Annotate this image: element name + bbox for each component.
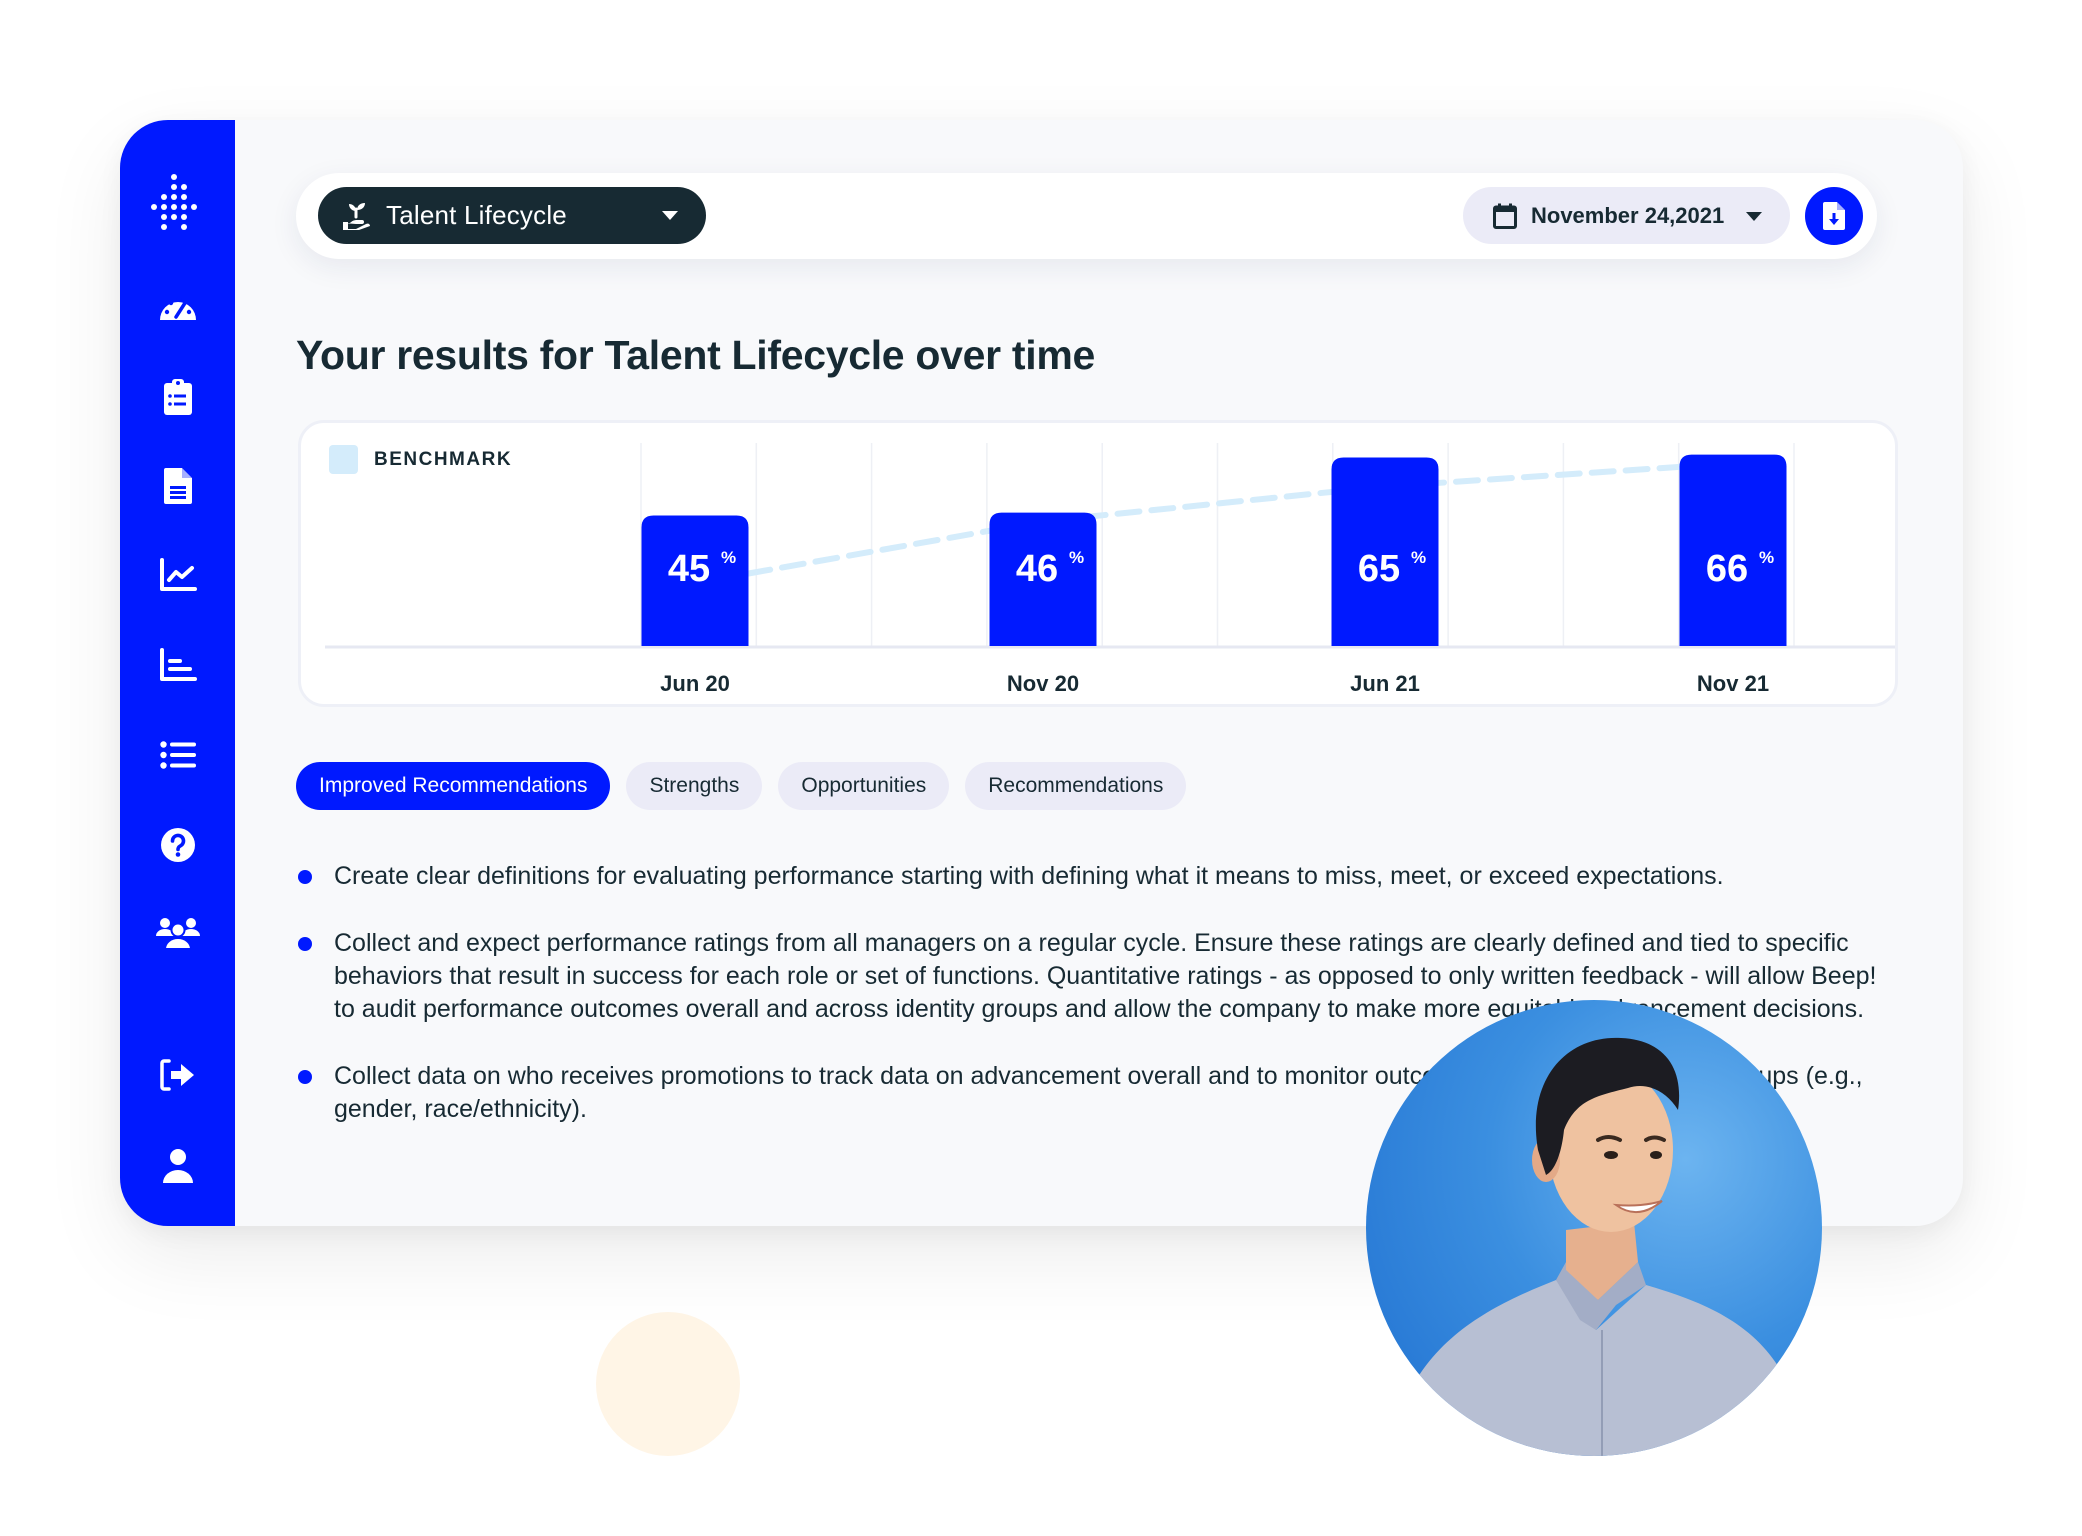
bar-chart-svg: 45 % Jun 20 46 % Nov 20 65 % Jun 21 66 % Nov 21: [325, 443, 1895, 696]
dashboard-gauge-icon: [159, 296, 196, 320]
tab-strengths[interactable]: Strengths: [626, 762, 763, 810]
bar-value-label: 66: [1706, 548, 1748, 590]
plant-in-hand-icon: [343, 202, 370, 230]
logo-icon[interactable]: [120, 172, 235, 232]
date-select-value: November 24,2021: [1531, 202, 1725, 228]
bar-value-unit: %: [1759, 548, 1774, 567]
legend-label-benchmark: BENCHMARK: [374, 448, 513, 470]
bar-chart-icon: [159, 648, 197, 681]
file-download-icon: [1823, 202, 1845, 230]
bar-value-label: 46: [1016, 548, 1058, 590]
x-tick-label: Jun 21: [1350, 671, 1420, 696]
person-photo: [1366, 1000, 1822, 1456]
sidebar-item-recommendations[interactable]: [120, 730, 235, 780]
bar-value-label: 45: [668, 548, 710, 590]
chart-legend: BENCHMARK: [329, 445, 512, 474]
x-tick-label: Nov 21: [1697, 671, 1769, 696]
bar-value-label: 65: [1358, 548, 1400, 590]
tab-improved-recommendations[interactable]: Improved Recommendations: [296, 762, 611, 810]
decorative-circle: [596, 1312, 740, 1456]
legend-swatch-benchmark: [329, 445, 358, 474]
category-select[interactable]: Talent Lifecycle: [318, 187, 706, 244]
date-select[interactable]: November 24,2021: [1463, 187, 1790, 244]
clipboard-list-icon: [163, 379, 192, 415]
list-item: Create clear definitions for evaluating …: [296, 860, 1901, 893]
person-illustration: [1386, 1037, 1806, 1456]
document-icon: [163, 468, 192, 504]
help-icon: [160, 828, 195, 862]
sidebar-item-reports[interactable]: [120, 461, 235, 511]
list-icon: [159, 741, 196, 769]
chevron-down-icon: [662, 211, 678, 220]
line-chart-icon: [159, 558, 197, 591]
bullet-icon: [298, 870, 312, 884]
bar-value-unit: %: [721, 548, 736, 567]
recommendation-tabs: Improved Recommendations Strengths Oppor…: [296, 762, 1187, 810]
category-select-value: Talent Lifecycle: [386, 200, 567, 230]
sidebar-item-logout[interactable]: [120, 1050, 235, 1100]
sidebar-item-profile[interactable]: [120, 1141, 235, 1191]
sidebar-item-trends[interactable]: [120, 550, 235, 600]
sidebar: [120, 120, 235, 1226]
tab-opportunities[interactable]: Opportunities: [778, 762, 950, 810]
page-title: Your results for Talent Lifecycle over t…: [296, 332, 1095, 378]
results-chart: 45% Jun 20 46% Nov 20 65% Jun 21 66% Nov 21 BEN…: [298, 420, 1898, 707]
sidebar-item-surveys[interactable]: [120, 372, 235, 422]
users-icon: [155, 918, 200, 950]
sidebar-item-team[interactable]: [120, 908, 235, 958]
recommendation-text: Create clear definitions for evaluating …: [334, 862, 1724, 890]
bullet-icon: [298, 937, 312, 951]
user-icon: [162, 1149, 193, 1183]
chevron-down-icon: [1746, 212, 1762, 221]
tab-recommendations[interactable]: Recommendations: [965, 762, 1187, 810]
sidebar-item-help[interactable]: [120, 820, 235, 870]
sidebar-item-dashboard[interactable]: [120, 282, 235, 332]
calendar-icon: [1493, 203, 1517, 229]
bar-value-unit: %: [1069, 548, 1084, 567]
x-tick-label: Jun 20: [660, 671, 730, 696]
logout-icon: [159, 1059, 194, 1091]
download-report-button[interactable]: [1805, 187, 1863, 245]
bar-value-unit: %: [1411, 548, 1426, 567]
sidebar-item-benchmarks[interactable]: [120, 640, 235, 690]
bullet-icon: [298, 1070, 312, 1084]
x-tick-label: Nov 20: [1007, 671, 1079, 696]
filter-bar: Talent Lifecycle November 24,2021: [296, 173, 1877, 259]
benchmark-line: [745, 460, 1736, 577]
